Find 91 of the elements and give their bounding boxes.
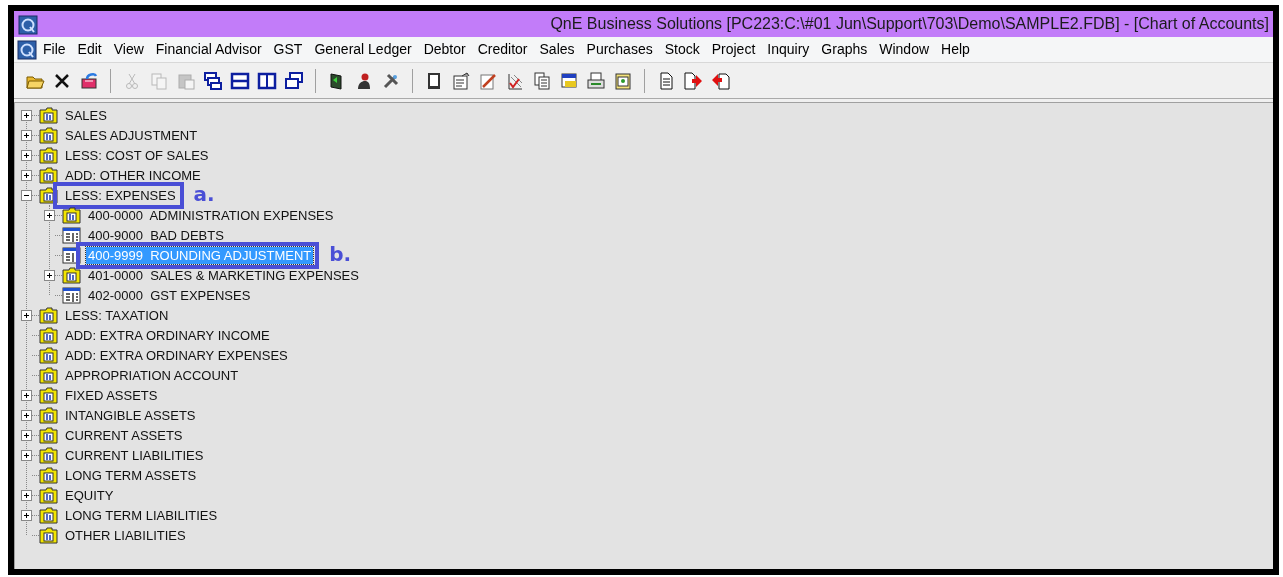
tree-item[interactable]: OTHER LIABILITIES bbox=[63, 526, 188, 544]
tree-item[interactable]: EQUITY bbox=[63, 486, 116, 504]
annotation-label: a. bbox=[193, 182, 215, 205]
tree-item[interactable]: ADD: EXTRA ORDINARY INCOME bbox=[63, 326, 272, 344]
collapse-icon[interactable] bbox=[21, 189, 32, 201]
menu-item[interactable]: Creditor bbox=[471, 39, 534, 60]
menu-item[interactable]: Graphs bbox=[815, 39, 874, 60]
folder-icon bbox=[39, 346, 58, 364]
folder-icon bbox=[39, 306, 58, 324]
expand-icon[interactable] bbox=[44, 269, 55, 281]
window-stack-icon bbox=[284, 70, 304, 91]
window-title: QnE Business Solutions [PC223:C:\#01 Jun\Support\703\Demo\SAMPLE2.FDB] - [Chart of Accounts] bbox=[550, 14, 1269, 34]
app-icon bbox=[18, 14, 38, 35]
export-icon bbox=[683, 70, 703, 91]
tree-item[interactable]: LESS: COST OF SALES bbox=[63, 146, 211, 164]
folder-icon bbox=[39, 526, 58, 544]
folder-icon bbox=[62, 206, 81, 224]
folder-icon bbox=[39, 126, 58, 144]
expand-icon[interactable] bbox=[21, 309, 32, 321]
app-menu-icon bbox=[17, 39, 37, 60]
folder-icon bbox=[39, 366, 58, 384]
windows-icon bbox=[203, 70, 223, 91]
toolbar-button[interactable] bbox=[202, 69, 224, 92]
folder-icon bbox=[39, 166, 58, 184]
tree-item[interactable]: ADD: OTHER INCOME bbox=[63, 166, 203, 184]
expand-icon[interactable] bbox=[21, 129, 32, 141]
expand-icon[interactable] bbox=[21, 409, 32, 421]
menu-item[interactable]: Financial Advisor bbox=[149, 39, 268, 60]
tree-item[interactable]: SALES bbox=[63, 106, 109, 124]
tree-item[interactable]: INTANGIBLE ASSETS bbox=[63, 406, 198, 424]
tree-item[interactable]: 401-0000 SALES & MARKETING EXPENSES bbox=[86, 266, 361, 284]
menu-item[interactable]: Help bbox=[935, 39, 976, 60]
menu-item[interactable]: View bbox=[107, 39, 150, 60]
expand-icon[interactable] bbox=[21, 169, 32, 181]
tree-item[interactable]: LONG TERM ASSETS bbox=[63, 466, 199, 484]
folder-icon bbox=[39, 486, 58, 504]
tree-item[interactable]: LESS: EXPENSES bbox=[63, 186, 178, 204]
folder-icon bbox=[39, 386, 58, 404]
toolbar-button[interactable] bbox=[283, 69, 305, 92]
tree-item[interactable]: CURRENT ASSETS bbox=[63, 426, 185, 444]
menu-item[interactable]: Stock bbox=[658, 39, 706, 60]
menu-item[interactable]: Project bbox=[705, 39, 762, 60]
document-icon bbox=[613, 70, 633, 91]
menu-item[interactable]: Window bbox=[873, 39, 936, 60]
printer-icon bbox=[586, 70, 606, 91]
menu-item[interactable]: File bbox=[37, 39, 72, 60]
ledger-icon bbox=[62, 286, 81, 304]
tree-item[interactable]: ADD: EXTRA ORDINARY EXPENSES bbox=[63, 346, 290, 364]
folder-icon bbox=[39, 326, 58, 344]
tree-item[interactable]: LONG TERM LIABILITIES bbox=[63, 506, 220, 524]
form-icon bbox=[451, 70, 471, 91]
annotation-label: b. bbox=[329, 242, 352, 265]
folder-icon bbox=[39, 426, 58, 444]
tree-item[interactable]: 402-0000 GST EXPENSES bbox=[86, 286, 253, 304]
vertical-split-icon bbox=[257, 70, 277, 91]
tree-item[interactable]: LESS: TAXATION bbox=[63, 306, 171, 324]
expand-icon[interactable] bbox=[21, 149, 32, 161]
copy-icon bbox=[149, 70, 169, 91]
folder-icon bbox=[39, 506, 58, 524]
menu-item[interactable]: Debtor bbox=[417, 39, 472, 60]
tree-item[interactable]: SALES ADJUSTMENT bbox=[63, 126, 200, 144]
folder-icon bbox=[39, 406, 58, 424]
menu-item[interactable]: Purchases bbox=[580, 39, 659, 60]
expand-icon[interactable] bbox=[21, 109, 32, 121]
tree-item[interactable]: APPROPRIATION ACCOUNT bbox=[63, 366, 241, 384]
tree-item[interactable]: 400-9000 BAD DEBTS bbox=[86, 226, 226, 244]
report-icon bbox=[559, 70, 579, 91]
expand-icon[interactable] bbox=[21, 389, 32, 401]
ledger-icon bbox=[62, 226, 81, 244]
folder-icon bbox=[39, 106, 58, 124]
menu-item[interactable]: GST bbox=[267, 39, 309, 60]
pages-icon bbox=[532, 70, 552, 91]
menu-item[interactable]: General Ledger bbox=[308, 39, 418, 60]
import-icon bbox=[710, 70, 730, 91]
expand-icon[interactable] bbox=[21, 489, 32, 501]
expand-icon[interactable] bbox=[21, 449, 32, 461]
expand-icon[interactable] bbox=[21, 429, 32, 441]
menu-item[interactable]: Edit bbox=[71, 39, 108, 60]
menu-item[interactable]: Sales bbox=[533, 39, 581, 60]
folder-icon bbox=[39, 446, 58, 464]
network-icon bbox=[79, 70, 99, 91]
horizontal-split-icon bbox=[230, 70, 250, 91]
expand-icon[interactable] bbox=[44, 209, 55, 221]
folder-icon bbox=[62, 266, 81, 284]
folder-icon bbox=[39, 466, 58, 484]
folder-icon bbox=[39, 146, 58, 164]
menu-item[interactable]: Inquiry bbox=[761, 39, 816, 60]
tree-item[interactable]: FIXED ASSETS bbox=[63, 386, 160, 404]
tree-item[interactable]: 400-0000 ADMINISTRATION EXPENSES bbox=[86, 206, 336, 224]
expand-icon[interactable] bbox=[21, 509, 32, 521]
tree-item[interactable]: CURRENT LIABILITIES bbox=[63, 446, 206, 464]
